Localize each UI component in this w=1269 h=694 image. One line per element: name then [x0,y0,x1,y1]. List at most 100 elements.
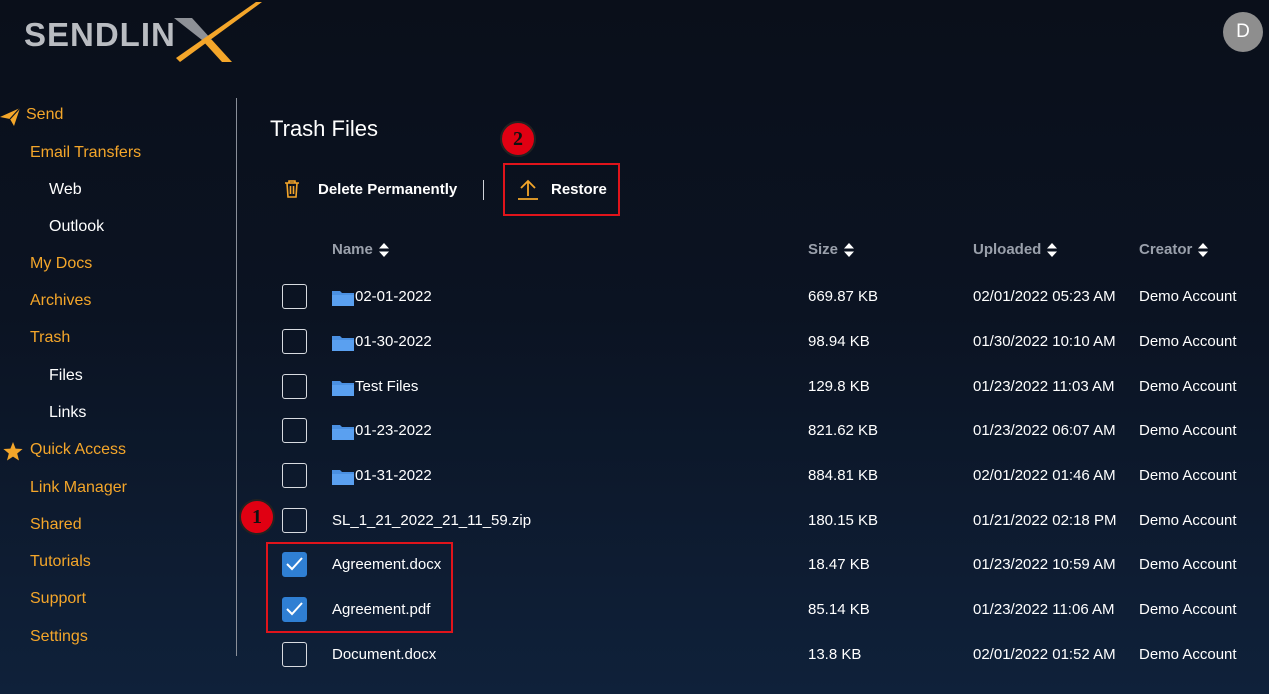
sidebar-item-web[interactable]: Web [49,181,82,199]
user-avatar[interactable]: D [1223,12,1263,52]
column-header-uploaded[interactable]: Uploaded [973,241,1058,258]
trash-icon [285,180,299,198]
file-creator: Demo Account [1139,467,1237,484]
sidebar-item-quick-access[interactable]: Quick Access [3,441,127,461]
sidebar-item-label: Quick Access [30,441,127,458]
sendlinx-logo[interactable]: SENDLIN [24,0,264,68]
folder-icon [332,336,354,351]
column-header-creator[interactable]: Creator [1139,241,1209,258]
file-size: 18.47 KB [808,556,870,573]
file-uploaded: 02/01/2022 01:52 AM [973,646,1116,663]
table-row[interactable]: 02-01-2022 669.87 KB 02/01/2022 05:23 AM… [270,276,1260,320]
file-creator: Demo Account [1139,512,1237,529]
sort-icon [378,242,389,257]
sidebar-item-email-transfers[interactable]: Email Transfers [30,144,141,162]
column-header-label: Size [808,241,839,258]
file-name: Document.docx [332,646,437,663]
column-header-size[interactable]: Size [808,241,855,258]
file-uploaded: 01/23/2022 11:06 AM [973,601,1115,618]
sort-icon [844,242,855,257]
sort-icon [1047,242,1058,257]
file-creator: Demo Account [1139,422,1237,439]
sidebar-item-tutorials[interactable]: Tutorials [30,553,91,571]
sidebar-item-settings[interactable]: Settings [30,628,88,646]
logo-x-mark-icon [174,2,262,62]
sidebar-item-outlook[interactable]: Outlook [49,218,104,236]
folder-icon [332,381,354,396]
page-title: Trash Files [270,116,378,141]
file-creator: Demo Account [1139,556,1237,573]
file-uploaded: 01/21/2022 02:18 PM [973,512,1117,529]
toolbar-separator [483,180,484,200]
file-uploaded: 01/23/2022 10:59 AM [973,556,1116,573]
table-row[interactable]: Test Files 129.8 KB 01/23/2022 11:03 AM … [270,366,1260,410]
sidebar-item-files[interactable]: Files [49,367,83,385]
selected-files-highlight-box [266,542,453,633]
file-size: 821.62 KB [808,422,879,439]
sort-icon [1198,242,1209,257]
sidebar-item-label: Send [26,106,64,123]
folder-icon [332,470,354,485]
avatar-initial: D [1236,21,1250,42]
sidebar-item-links[interactable]: Links [49,404,86,422]
file-size: 669.87 KB [808,288,879,305]
paper-plane-icon [0,108,20,126]
row-checkbox[interactable] [282,463,307,488]
table-row[interactable]: 01-30-2022 98.94 KB 01/30/2022 10:10 AM … [270,321,1260,365]
file-name: 01-31-2022 [355,467,432,484]
table-row[interactable]: 01-23-2022 821.62 KB 01/23/2022 06:07 AM… [270,410,1260,454]
file-uploaded: 01/30/2022 10:10 AM [973,333,1116,350]
delete-permanently-button[interactable]: Delete Permanently [284,180,457,198]
logo-text: SENDLIN [24,16,176,53]
file-creator: Demo Account [1139,288,1237,305]
file-name: 01-23-2022 [355,422,432,439]
file-creator: Demo Account [1139,378,1237,395]
file-creator: Demo Account [1139,333,1237,350]
column-header-label: Creator [1139,241,1193,258]
table-row[interactable]: 01-31-2022 884.81 KB 02/01/2022 01:46 AM… [270,455,1260,499]
row-checkbox[interactable] [282,418,307,443]
restore-highlight-box [503,163,620,216]
sidebar-item-trash[interactable]: Trash [30,329,70,347]
delete-permanently-label: Delete Permanently [318,180,458,198]
table-row[interactable]: Document.docx 13.8 KB 02/01/2022 01:52 A… [270,634,1260,678]
folder-icon [332,291,354,306]
file-size: 884.81 KB [808,467,879,484]
row-checkbox[interactable] [282,642,307,667]
file-name: 02-01-2022 [355,288,432,305]
file-uploaded: 01/23/2022 06:07 AM [973,422,1116,439]
row-checkbox[interactable] [282,329,307,354]
folder-icon [332,425,354,440]
step-2-label: 2 [513,127,523,150]
file-uploaded: 02/01/2022 05:23 AM [973,288,1116,305]
file-name: Test Files [355,378,419,395]
row-checkbox[interactable] [282,284,307,309]
sidebar-item-link-manager[interactable]: Link Manager [30,479,127,497]
column-header-name[interactable]: Name [332,241,389,258]
star-icon [3,442,23,461]
file-uploaded: 01/23/2022 11:03 AM [973,378,1115,395]
column-header-label: Name [332,241,373,258]
table-row[interactable]: SL_1_21_2022_21_11_59.zip 180.15 KB 01/2… [270,500,1260,544]
step-1-label: 1 [252,505,262,528]
step-1-badge: 1 [239,499,275,535]
file-name: SL_1_21_2022_21_11_59.zip [332,512,532,529]
file-creator: Demo Account [1139,601,1237,618]
file-name: 01-30-2022 [355,333,432,350]
sidebar-item-shared[interactable]: Shared [30,516,82,534]
file-size: 98.94 KB [808,333,870,350]
file-uploaded: 02/01/2022 01:46 AM [973,467,1116,484]
file-size: 129.8 KB [808,378,870,395]
file-size: 85.14 KB [808,601,870,618]
sidebar-item-send[interactable]: Send [0,106,64,126]
sidebar-item-my-docs[interactable]: My Docs [30,255,92,273]
file-size: 180.15 KB [808,512,879,529]
file-creator: Demo Account [1139,646,1237,663]
row-checkbox[interactable] [282,374,307,399]
sidebar-divider [236,98,237,656]
sidebar-item-archives[interactable]: Archives [30,292,91,310]
file-size: 13.8 KB [808,646,862,663]
sidebar-item-support[interactable]: Support [30,590,86,608]
column-header-label: Uploaded [973,241,1042,258]
row-checkbox[interactable] [282,508,307,533]
